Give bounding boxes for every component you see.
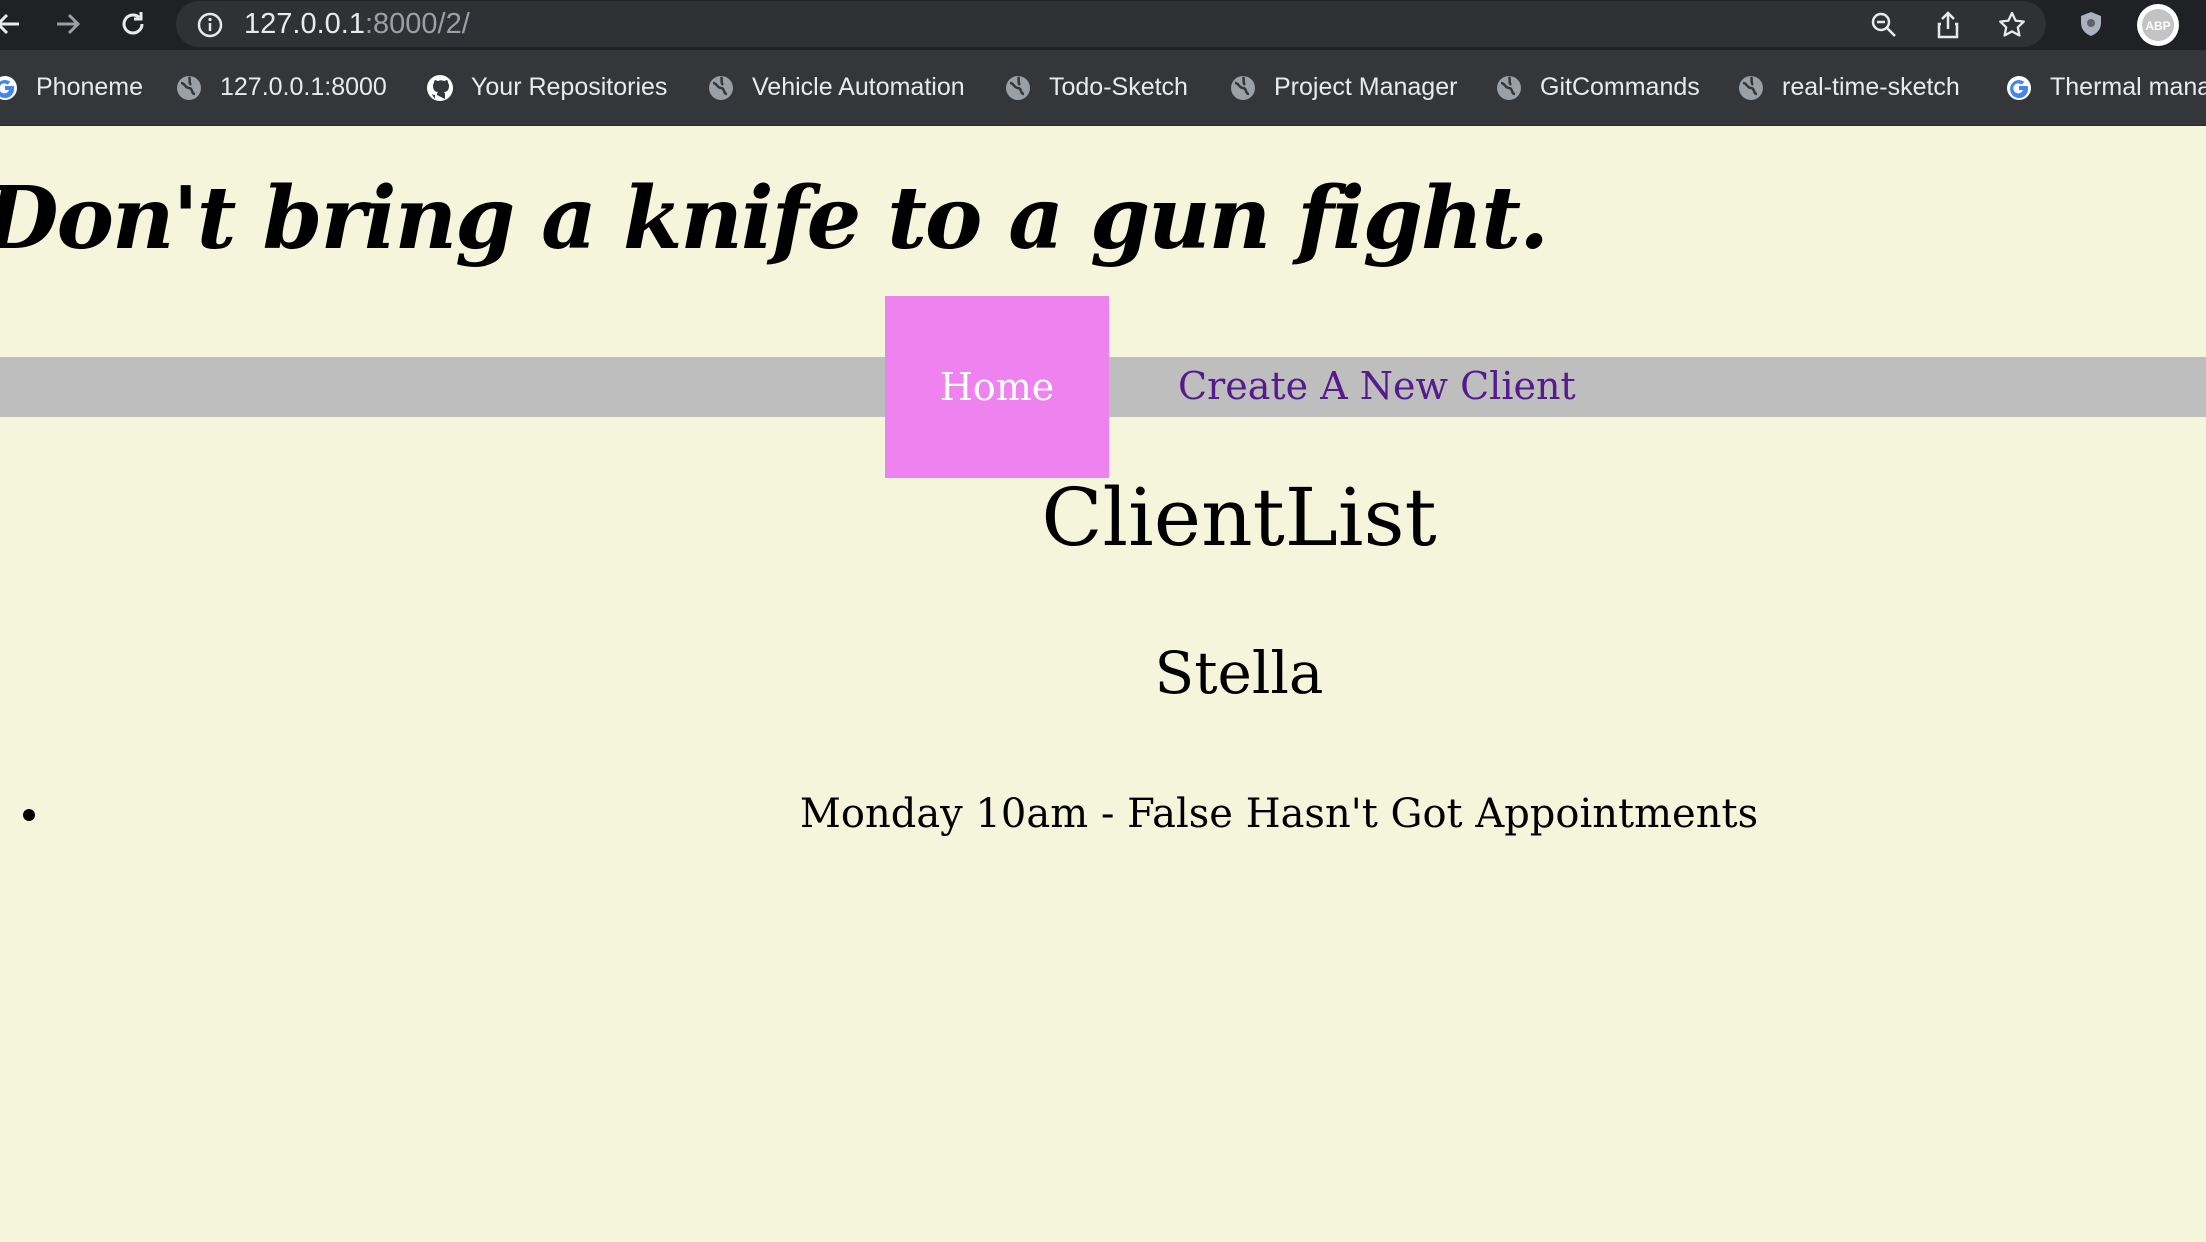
bookmark-label: Project Manager [1274, 73, 1458, 101]
globe-icon [1494, 73, 1524, 103]
globe-icon [706, 73, 736, 103]
bookmark-label: Todo-Sketch [1049, 73, 1188, 101]
google-icon [2004, 73, 2034, 103]
url-path: :8000/2/ [364, 8, 470, 40]
reload-icon[interactable] [115, 6, 151, 42]
bookmarks-bar: Phoneme 127.0.0.1:8000 Your Repositories… [0, 50, 2206, 126]
page-title: ClientList [1041, 471, 1437, 564]
bookmark-thermal[interactable]: Thermal mana [2004, 50, 2206, 125]
bookmark-label: Phoneme [36, 73, 144, 101]
info-icon[interactable] [192, 7, 228, 43]
client-name: Stella [1154, 639, 1324, 707]
appointment-list: Monday 10am - False Hasn't Got Appointme… [0, 786, 2206, 842]
browser-window: 127.0.0.1:8000/2/ ABP Phoneme 127.0.0.1:… [0, 0, 2206, 1242]
bookmark-label: real-time-sketch [1782, 73, 1960, 101]
bookmark-todo-sketch[interactable]: Todo-Sketch [1003, 50, 1188, 125]
share-icon[interactable] [1930, 7, 1966, 43]
bookmark-localhost[interactable]: 127.0.0.1:8000 [174, 50, 387, 125]
globe-icon [1736, 73, 1766, 103]
bookmark-label: GitCommands [1540, 73, 1700, 101]
bookmark-label: Vehicle Automation [752, 73, 965, 101]
forward-arrow-icon[interactable] [50, 6, 86, 42]
adblock-badge-text: ABP [2145, 19, 2170, 33]
zoom-icon[interactable] [1866, 7, 1902, 43]
google-icon [0, 73, 20, 103]
globe-icon [1003, 73, 1033, 103]
bookmark-label: Thermal mana [2050, 73, 2206, 101]
hero-heading: Don't bring a knife to a gun fight. [0, 168, 1549, 269]
nav-home-link[interactable]: Home [885, 296, 1109, 478]
back-arrow-icon[interactable] [0, 6, 26, 42]
url-text[interactable]: 127.0.0.1:8000/2/ [244, 1, 470, 47]
bookmark-label: Your Repositories [471, 73, 668, 101]
browser-toolbar: 127.0.0.1:8000/2/ ABP [0, 0, 2206, 50]
bookmark-project-manager[interactable]: Project Manager [1228, 50, 1457, 125]
list-item: Monday 10am - False Hasn't Got Appointme… [0, 786, 2206, 842]
bookmark-your-repositories[interactable]: Your Repositories [425, 50, 667, 125]
url-host: 127.0.0.1 [244, 8, 365, 40]
nav-create-client-link[interactable]: Create A New Client [1178, 357, 1576, 417]
address-bar[interactable]: 127.0.0.1:8000/2/ [176, 1, 2046, 47]
bookmark-vehicle-automation[interactable]: Vehicle Automation [706, 50, 965, 125]
page-content: Don't bring a knife to a gun fight. Home… [0, 126, 2206, 1242]
bookmark-label: 127.0.0.1:8000 [220, 73, 387, 101]
adblock-plus-icon[interactable]: ABP [2134, 1, 2182, 49]
bookmark-star-icon[interactable] [1994, 7, 2030, 43]
extension-shield-icon[interactable] [2073, 6, 2109, 42]
appointment-text: Monday 10am - False Hasn't Got Appointme… [799, 791, 1759, 837]
bookmark-gitcommands[interactable]: GitCommands [1494, 50, 1700, 125]
github-icon [425, 73, 455, 103]
globe-icon [1228, 73, 1258, 103]
bookmark-real-time-sketch[interactable]: real-time-sketch [1736, 50, 1960, 125]
globe-icon [174, 73, 204, 103]
bookmark-phoneme[interactable]: Phoneme [0, 50, 143, 125]
